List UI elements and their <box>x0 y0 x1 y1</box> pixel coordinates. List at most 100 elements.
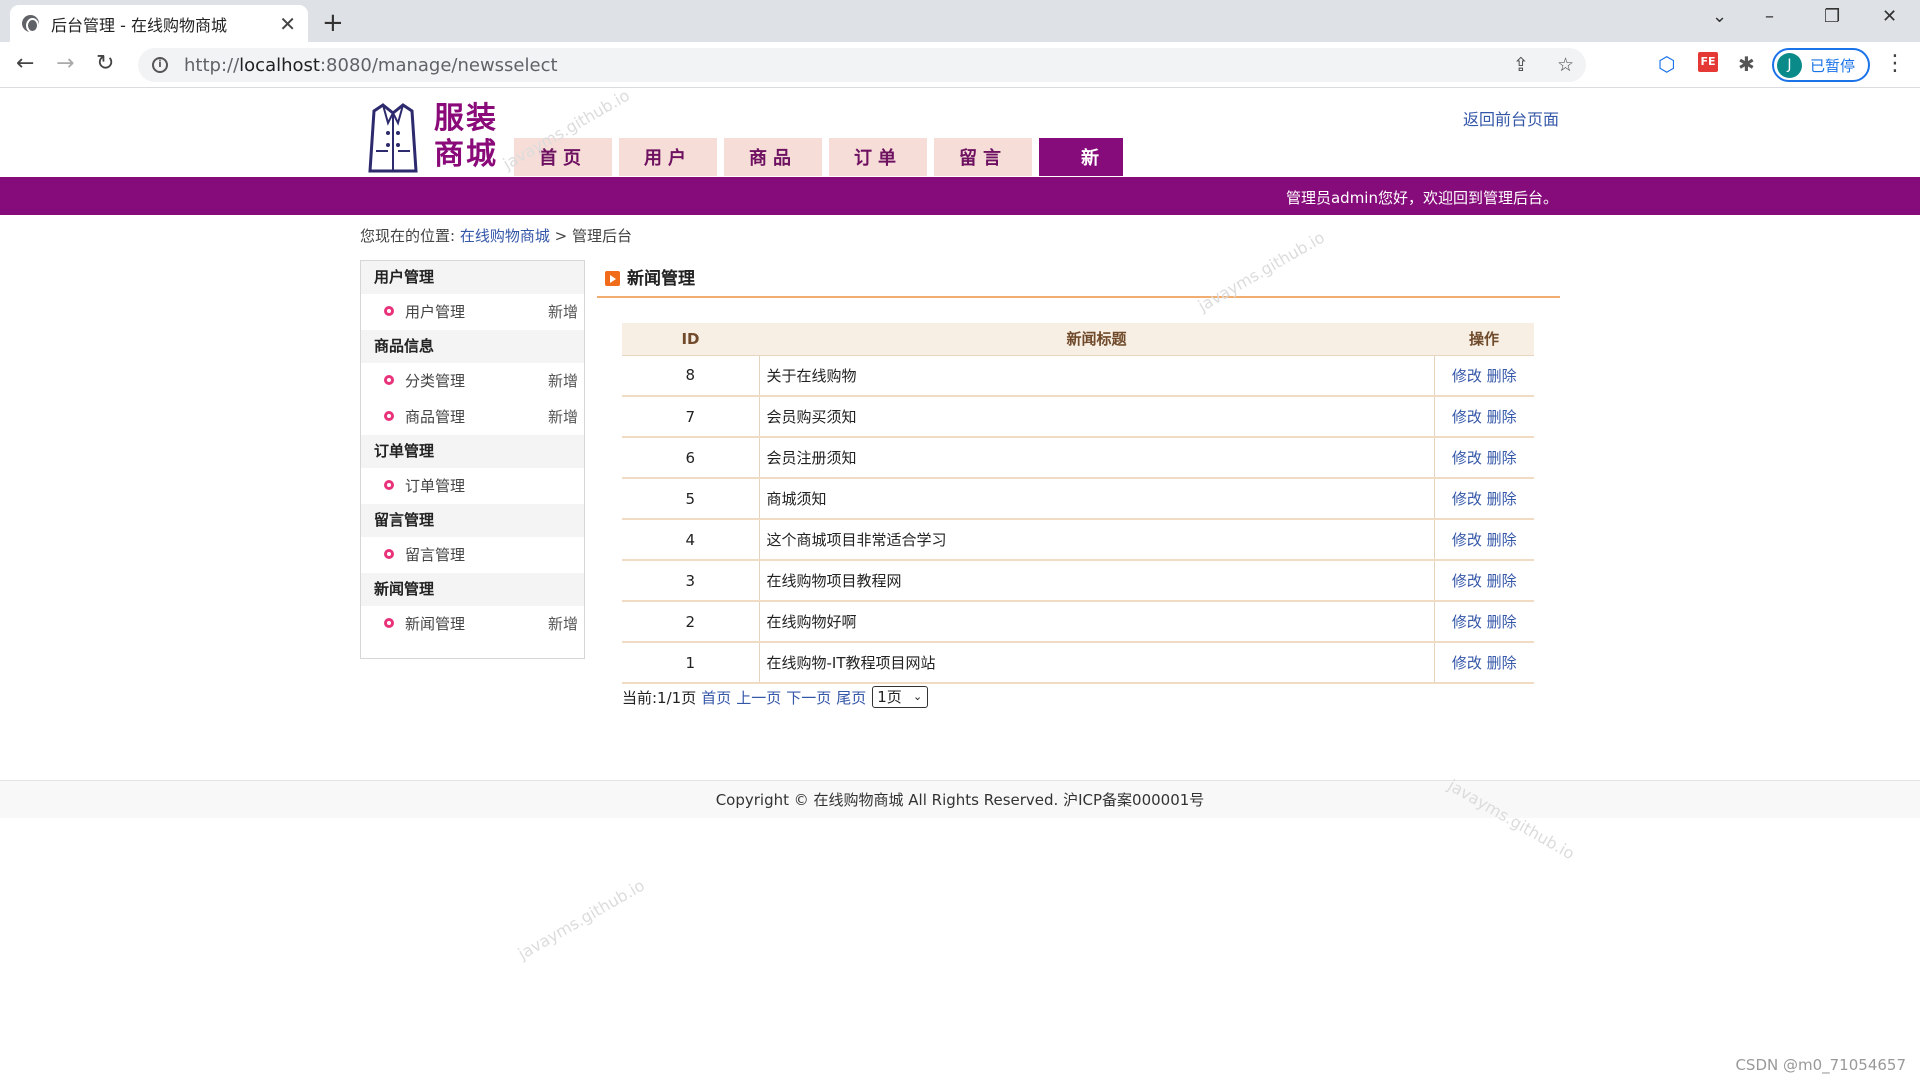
close-window-button[interactable]: ✕ <box>1882 6 1897 27</box>
delete-link[interactable]: 删除 <box>1487 531 1517 549</box>
browser-toolbar: ← → ↻ i http:// localhost :8080/manage/n… <box>0 42 1920 88</box>
sidebar-add-link[interactable]: 新增 <box>548 294 578 330</box>
forward-arrow-icon[interactable]: → <box>56 51 74 76</box>
column-header-title: 新闻标题 <box>759 323 1434 356</box>
footer-copyright: Copyright © 在线购物商城 All Rights Reserved. … <box>715 791 1205 809</box>
minimize-button[interactable]: – <box>1765 6 1774 27</box>
extensions-puzzle-icon[interactable]: ✱ <box>1738 52 1755 76</box>
sidebar-item-label[interactable]: 留言管理 <box>405 537 465 573</box>
browser-tab[interactable]: 后台管理 - 在线购物商城 ✕ <box>10 5 308 42</box>
row-id: 7 <box>622 396 760 438</box>
bullet-icon <box>384 306 394 316</box>
page-select-value: 1页 <box>877 688 902 706</box>
share-icon[interactable]: ⇪ <box>1513 54 1529 76</box>
edit-link[interactable]: 修改 <box>1452 408 1482 426</box>
edit-link[interactable]: 修改 <box>1452 531 1482 549</box>
row-id: 2 <box>622 601 760 643</box>
bookmark-star-icon[interactable]: ☆ <box>1557 54 1574 76</box>
breadcrumb: 您现在的位置: 在线购物商城 > 管理后台 <box>360 225 632 246</box>
delete-link[interactable]: 删除 <box>1487 613 1517 631</box>
row-title: 在线购物-IT教程项目网站 <box>759 642 1434 684</box>
table-row: 2 在线购物好啊 修改 删除 <box>622 601 1534 643</box>
sidebar-item-user-manage[interactable]: 用户管理 新增 <box>361 294 584 330</box>
address-bar[interactable]: i http:// localhost :8080/manage/newssel… <box>138 48 1586 82</box>
new-tab-button[interactable]: + <box>322 8 344 38</box>
breadcrumb-separator: > <box>554 227 568 245</box>
edit-link[interactable]: 修改 <box>1452 572 1482 590</box>
delete-link[interactable]: 删除 <box>1487 367 1517 385</box>
tab-search-icon[interactable]: ⌄ <box>1712 6 1727 27</box>
browser-menu-icon[interactable]: ⋮ <box>1884 51 1906 76</box>
edit-link[interactable]: 修改 <box>1452 449 1482 467</box>
globe-icon <box>22 15 39 33</box>
sidebar-item-message-manage[interactable]: 留言管理 <box>361 537 584 573</box>
bullet-icon <box>384 411 394 421</box>
back-arrow-icon[interactable]: ← <box>16 51 34 76</box>
tab-close-icon[interactable]: ✕ <box>279 12 296 36</box>
edit-link[interactable]: 修改 <box>1452 490 1482 508</box>
sidebar-item-news-manage[interactable]: 新闻管理 新增 <box>361 606 584 642</box>
site-logo[interactable]: 服装商城 <box>368 101 498 175</box>
edit-link[interactable]: 修改 <box>1452 613 1482 631</box>
row-title: 这个商城项目非常适合学习 <box>759 519 1434 561</box>
delete-link[interactable]: 删除 <box>1487 449 1517 467</box>
sidebar-item-product-manage[interactable]: 商品管理 新增 <box>361 399 584 435</box>
delete-link[interactable]: 删除 <box>1487 572 1517 590</box>
browser-tab-strip: 后台管理 - 在线购物商城 ✕ + ⌄ – ❐ ✕ <box>0 0 1920 42</box>
page-select[interactable]: 1页 ⌄ <box>872 686 929 708</box>
nav-tab-orders[interactable]: 订单 <box>829 138 927 176</box>
main-nav: 首页 用户 商品 订单 留言 新闻 <box>514 138 1130 211</box>
nav-tab-products[interactable]: 商品 <box>724 138 822 176</box>
reload-icon[interactable]: ↻ <box>96 51 114 76</box>
watermark: javayms.github.io <box>514 875 648 964</box>
info-icon[interactable]: i <box>152 57 168 73</box>
edit-link[interactable]: 修改 <box>1452 654 1482 672</box>
nav-tab-users[interactable]: 用户 <box>619 138 717 176</box>
row-actions: 修改 删除 <box>1433 519 1534 561</box>
restore-button[interactable]: ❐ <box>1824 6 1840 27</box>
row-title: 在线购物项目教程网 <box>759 560 1434 602</box>
column-header-id: ID <box>622 323 759 356</box>
breadcrumb-home-link[interactable]: 在线购物商城 <box>460 227 550 245</box>
sidebar-item-category-manage[interactable]: 分类管理 新增 <box>361 363 584 399</box>
row-title: 商城须知 <box>759 478 1434 520</box>
site-header: 服装商城 返回前台页面 首页 用户 商品 订单 留言 新闻 管理员admin您好… <box>0 88 1920 215</box>
sidebar-item-label[interactable]: 商品管理 <box>405 399 465 435</box>
pagination: 当前:1/1页 首页 上一页 下一页 尾页 1页 ⌄ <box>622 686 929 708</box>
pager-last-link[interactable]: 尾页 <box>836 687 866 708</box>
welcome-text: 管理员admin您好，欢迎回到管理后台。 <box>1285 189 1558 207</box>
sidebar-add-link[interactable]: 新增 <box>548 606 578 642</box>
row-actions: 修改 删除 <box>1433 437 1534 479</box>
bullet-icon <box>384 549 394 559</box>
nav-tab-news[interactable]: 新闻 <box>1039 138 1123 211</box>
fe-extension-icon[interactable]: FE <box>1698 52 1718 72</box>
row-actions: 修改 删除 <box>1433 355 1534 397</box>
pager-next-link[interactable]: 下一页 <box>786 687 831 708</box>
table-row: 5 商城须知 修改 删除 <box>622 478 1534 520</box>
delete-link[interactable]: 删除 <box>1487 490 1517 508</box>
sidebar-item-label[interactable]: 订单管理 <box>405 468 465 504</box>
bullet-icon <box>384 375 394 385</box>
sidebar-add-link[interactable]: 新增 <box>548 399 578 435</box>
table-row: 8 关于在线购物 修改 删除 <box>622 355 1534 397</box>
sidebar-item-label[interactable]: 新闻管理 <box>405 606 465 642</box>
pager-first-link[interactable]: 首页 <box>701 687 731 708</box>
sidebar-group-news: 新闻管理 <box>361 573 584 606</box>
nav-tab-messages[interactable]: 留言 <box>934 138 1032 176</box>
delete-link[interactable]: 删除 <box>1487 654 1517 672</box>
column-header-actions: 操作 <box>1434 323 1534 356</box>
sidebar-item-order-manage[interactable]: 订单管理 <box>361 468 584 504</box>
delete-link[interactable]: 删除 <box>1487 408 1517 426</box>
row-actions: 修改 删除 <box>1433 560 1534 602</box>
back-to-frontend-link[interactable]: 返回前台页面 <box>1463 106 1559 130</box>
row-title: 关于在线购物 <box>759 355 1434 397</box>
sidebar-add-link[interactable]: 新增 <box>548 363 578 399</box>
edit-link[interactable]: 修改 <box>1452 367 1482 385</box>
extension-hex-icon[interactable]: ⬡ <box>1658 52 1675 76</box>
table-row: 4 这个商城项目非常适合学习 修改 删除 <box>622 519 1534 561</box>
profile-button[interactable]: J 已暂停 <box>1772 48 1870 82</box>
sidebar-item-label[interactable]: 用户管理 <box>405 294 465 330</box>
web-page: 服装商城 返回前台页面 首页 用户 商品 订单 留言 新闻 管理员admin您好… <box>0 88 1920 818</box>
pager-prev-link[interactable]: 上一页 <box>736 687 781 708</box>
sidebar-item-label[interactable]: 分类管理 <box>405 363 465 399</box>
